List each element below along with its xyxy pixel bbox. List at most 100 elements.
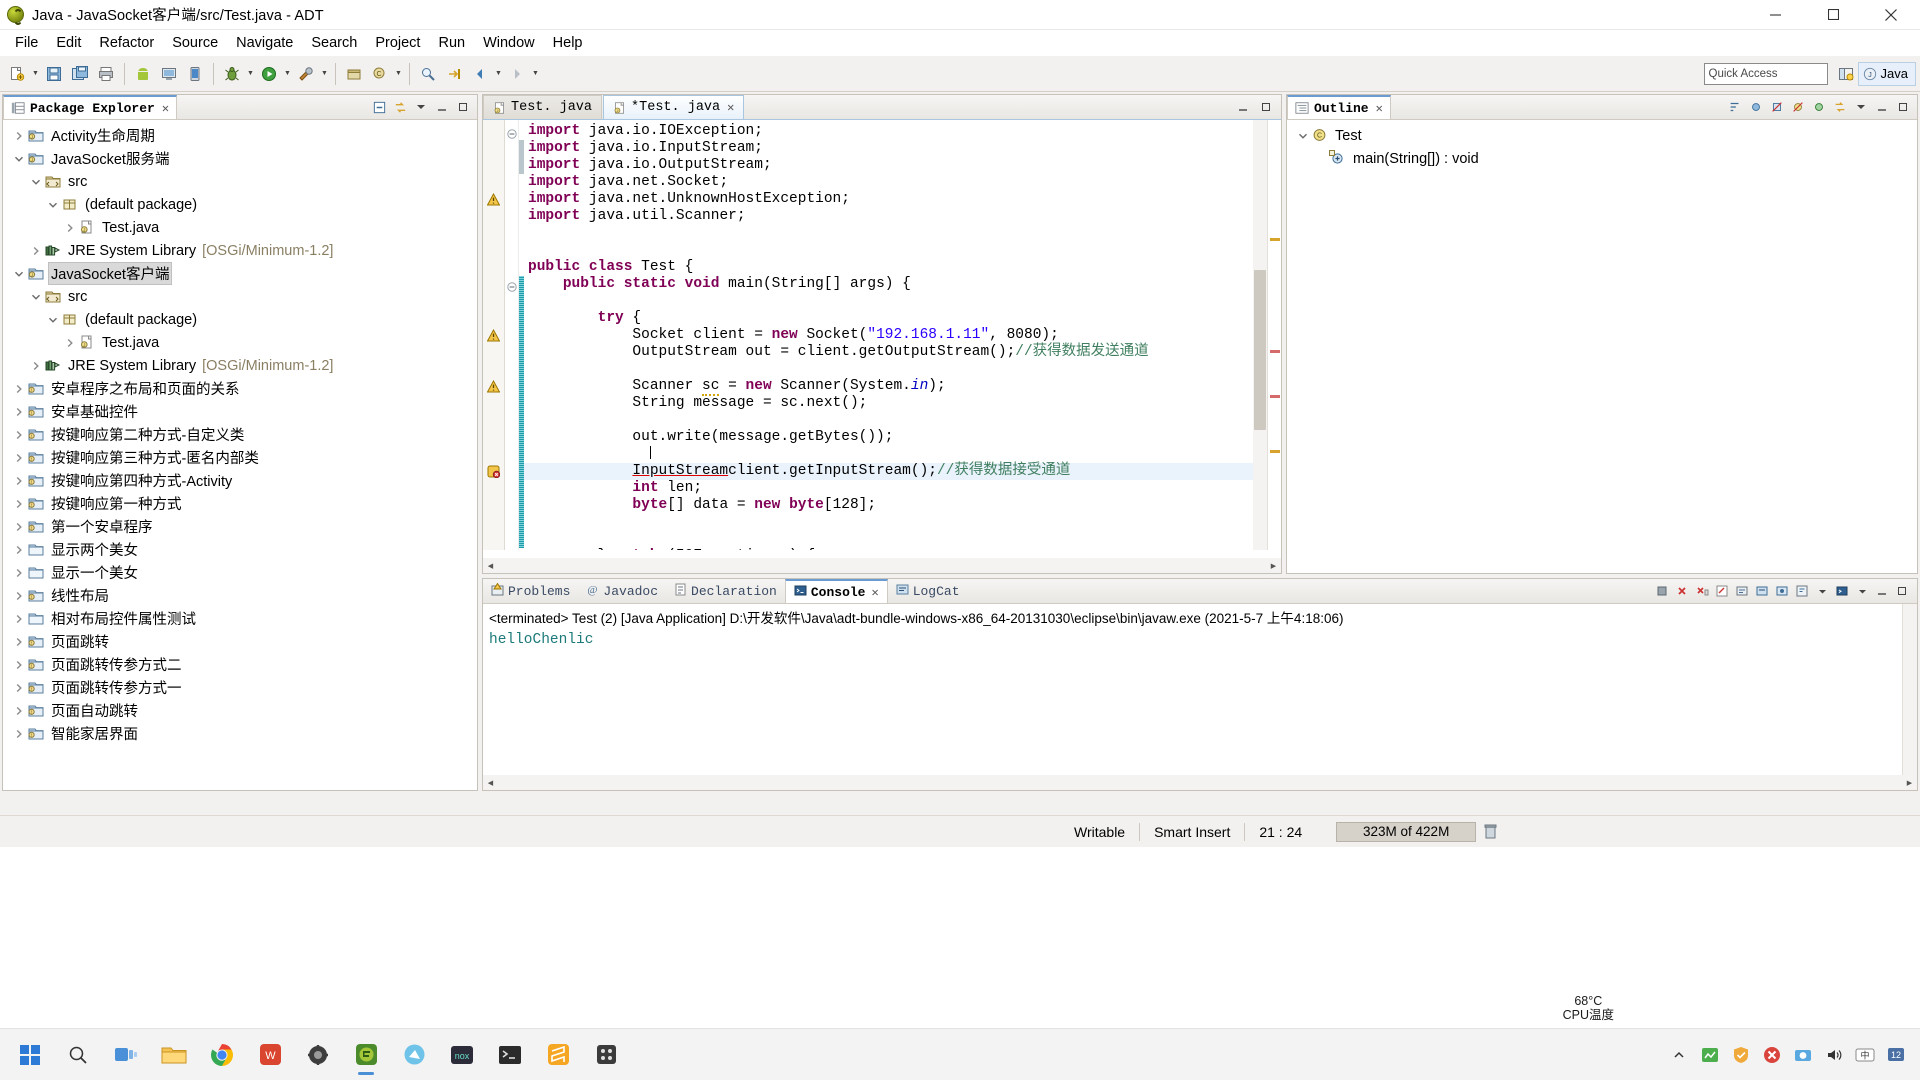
chevron-right-icon[interactable] <box>11 630 27 653</box>
save-button[interactable] <box>42 62 66 86</box>
tab-outline[interactable]: Outline ✕ <box>1287 95 1391 119</box>
open-console-caret[interactable] <box>1853 582 1871 600</box>
sublime-icon[interactable] <box>536 1033 580 1077</box>
tree-item[interactable]: src <box>3 170 477 193</box>
tree-item[interactable]: ! 按键响应第一种方式 <box>3 492 477 515</box>
quick-access-field[interactable]: Quick Access <box>1703 62 1828 85</box>
chevron-down-icon[interactable] <box>11 147 27 170</box>
scroll-right-icon[interactable]: ▶ <box>1902 775 1917 790</box>
external-tools-caret[interactable]: ▼ <box>319 62 330 86</box>
show-hidden-icons-chevron[interactable] <box>1665 1040 1693 1070</box>
tree-item[interactable]: J JavaSocket客户端 <box>3 262 477 285</box>
close-icon[interactable]: ✕ <box>727 100 734 115</box>
chevron-right-icon[interactable] <box>11 492 27 515</box>
new-dropdown-caret[interactable]: ▼ <box>30 62 41 86</box>
chrome-icon[interactable] <box>200 1033 244 1077</box>
taskview-icon[interactable] <box>104 1033 148 1077</box>
chevron-right-icon[interactable] <box>11 607 27 630</box>
security-shield-icon[interactable] <box>1727 1040 1755 1070</box>
code-line[interactable]: try { <box>524 310 1281 327</box>
maximize-view-button[interactable] <box>454 98 472 116</box>
tree-item[interactable]: J Test.java <box>3 331 477 354</box>
chevron-down-icon[interactable] <box>28 170 44 193</box>
volume-icon[interactable] <box>1820 1040 1848 1070</box>
chevron-right-icon[interactable] <box>11 446 27 469</box>
display-selected-console-button[interactable] <box>1793 582 1811 600</box>
code-line[interactable]: import java.io.InputStream; <box>524 140 1281 157</box>
tree-item[interactable]: ! 按键响应第二种方式-自定义类 <box>3 423 477 446</box>
chevron-right-icon[interactable] <box>11 653 27 676</box>
tree-item[interactable]: ! 线性布局 <box>3 584 477 607</box>
editor-overview-ruler[interactable] <box>1267 120 1281 550</box>
pin-console-button[interactable] <box>1773 582 1791 600</box>
chevron-right-icon[interactable] <box>11 584 27 607</box>
avd-manager-button[interactable] <box>183 62 207 86</box>
chevron-down-icon[interactable] <box>45 193 61 216</box>
code-line[interactable]: OutputStream out = client.getOutputStrea… <box>524 344 1281 361</box>
clear-console-button[interactable] <box>1713 582 1731 600</box>
debug-button[interactable] <box>220 62 244 86</box>
menu-navigate[interactable]: Navigate <box>227 32 302 54</box>
chevron-right-icon[interactable] <box>62 331 78 354</box>
chevron-right-icon[interactable] <box>11 124 27 147</box>
remove-launch-button[interactable] <box>1673 582 1691 600</box>
maximize-button[interactable] <box>1804 0 1862 30</box>
android-sdk-manager-button[interactable] <box>157 62 181 86</box>
outline-item[interactable]: main(String[]) : void <box>1287 147 1917 170</box>
code-line[interactable]: Scanner sc = new Scanner(System.in); <box>524 378 1281 396</box>
tree-item[interactable]: ! 按键响应第四种方式-Activity <box>3 469 477 492</box>
chevron-right-icon[interactable] <box>11 423 27 446</box>
last-edit-location-button[interactable] <box>442 62 466 86</box>
console-tab-console[interactable]: Console ✕ <box>784 579 888 603</box>
overview-warning-mark[interactable] <box>1270 238 1280 241</box>
network-monitor-icon[interactable] <box>1696 1040 1724 1070</box>
maximize-editor-button[interactable] <box>1257 98 1275 116</box>
chevron-right-icon[interactable] <box>62 216 78 239</box>
outline-tree[interactable]: C Test main(String[]) : void <box>1287 120 1917 170</box>
close-button[interactable] <box>1862 0 1920 30</box>
back-button[interactable] <box>468 62 492 86</box>
close-icon[interactable]: ✕ <box>871 585 878 600</box>
chevron-right-icon[interactable] <box>11 469 27 492</box>
new-class-button[interactable]: C <box>368 62 392 86</box>
memory-usage-bar[interactable]: 323M of 422M <box>1336 821 1477 842</box>
code-line[interactable] <box>524 531 1281 548</box>
chevron-right-icon[interactable] <box>28 354 44 377</box>
tree-item[interactable]: ! 第一个安卓程序 <box>3 515 477 538</box>
menu-help[interactable]: Help <box>544 32 592 54</box>
code-line[interactable]: InputStreamclient.getInputStream();//获得数… <box>524 463 1281 480</box>
new-android-project-button[interactable] <box>131 62 155 86</box>
input-method-icon[interactable]: 中 <box>1851 1040 1879 1070</box>
code-line[interactable]: import java.util.Scanner; <box>524 208 1281 225</box>
sort-button[interactable] <box>1726 98 1744 116</box>
fold-collapse-icon[interactable] <box>507 127 517 139</box>
eclipse-adt-icon[interactable] <box>344 1033 388 1077</box>
warning-marker-icon[interactable] <box>486 328 501 342</box>
chevron-right-icon[interactable] <box>11 676 27 699</box>
antivirus-icon[interactable] <box>1758 1040 1786 1070</box>
external-tools-button[interactable] <box>294 62 318 86</box>
new-java-package-button[interactable] <box>342 62 366 86</box>
tree-item[interactable]: 显示两个美女 <box>3 538 477 561</box>
menu-search[interactable]: Search <box>302 32 366 54</box>
code-line[interactable] <box>524 293 1281 310</box>
code-line[interactable]: import java.net.Socket; <box>524 174 1281 191</box>
close-icon[interactable]: ✕ <box>162 101 169 116</box>
menu-window[interactable]: Window <box>474 32 544 54</box>
nox-player-icon[interactable]: nox <box>440 1033 484 1077</box>
code-text-area[interactable]: import java.io.IOException; import java.i… <box>524 120 1281 550</box>
tree-item[interactable]: (default package) <box>3 193 477 216</box>
search-icon[interactable] <box>56 1033 100 1077</box>
menu-file[interactable]: File <box>6 32 47 54</box>
annotation-ruler[interactable] <box>483 120 505 550</box>
overview-error-mark[interactable] <box>1270 395 1280 398</box>
menu-source[interactable]: Source <box>163 32 227 54</box>
code-line[interactable]: byte[] data = new byte[128]; <box>524 497 1281 514</box>
console-tab-logcat[interactable]: LogCat <box>888 579 968 603</box>
warning-marker-icon[interactable] <box>486 379 501 393</box>
maximize-outline-button[interactable] <box>1894 98 1912 116</box>
new-class-caret[interactable]: ▼ <box>393 62 404 86</box>
hide-local-types-button[interactable] <box>1810 98 1828 116</box>
tree-item[interactable]: JRE System Library [OSGi/Minimum-1.2] <box>3 239 477 262</box>
tree-item[interactable]: J JavaSocket服务端 <box>3 147 477 170</box>
